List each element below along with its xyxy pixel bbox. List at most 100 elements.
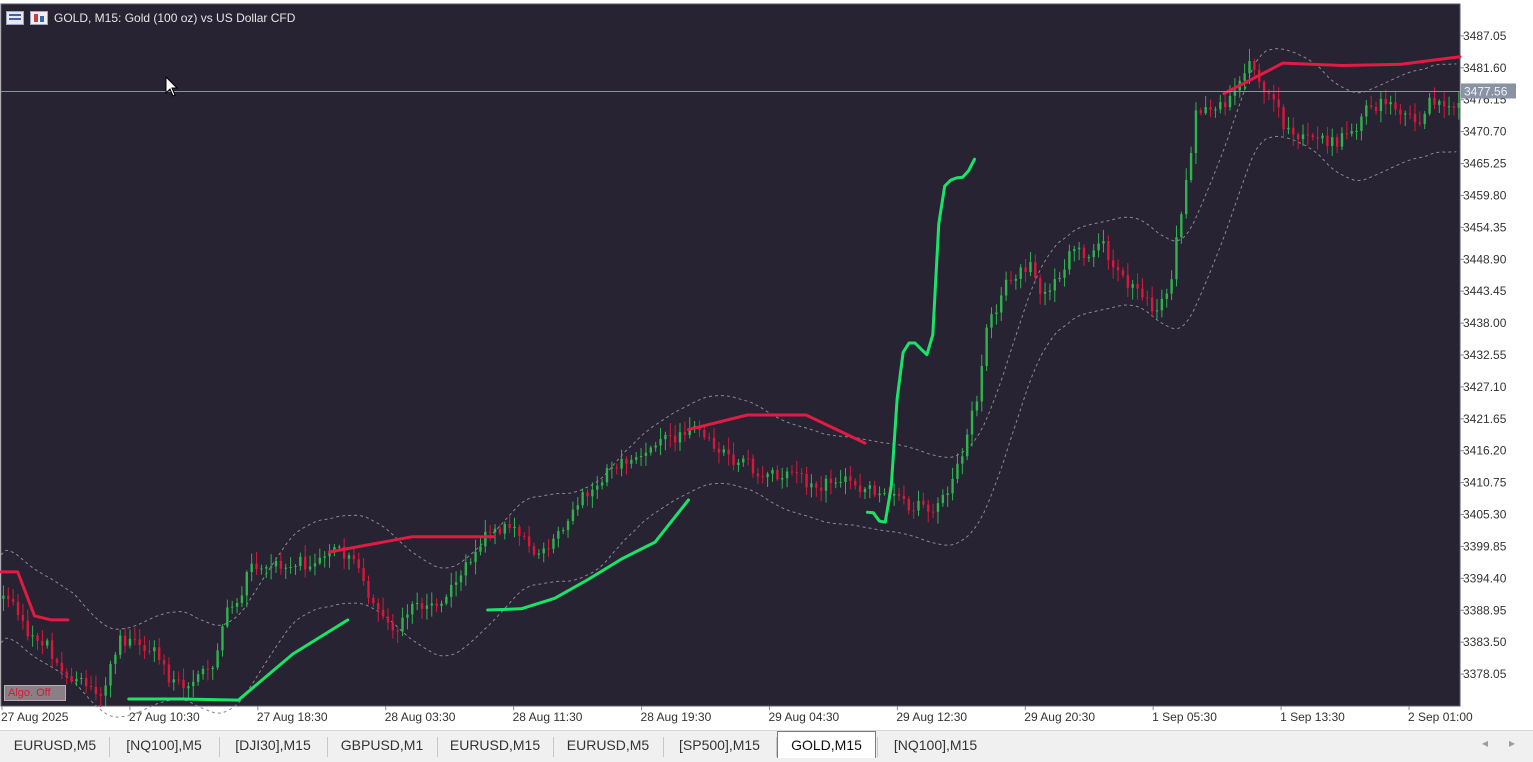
candle-body [683, 432, 687, 436]
candle-body [858, 485, 862, 493]
candle-body [931, 511, 935, 513]
x-tick-label: 27 Aug 10:30 [129, 710, 200, 724]
candle-body [221, 626, 224, 651]
candle-body [75, 679, 78, 682]
y-tick-label: 3394.40 [1463, 571, 1507, 585]
candle-body [673, 435, 677, 443]
candle-body [732, 454, 735, 466]
candle-body [226, 607, 229, 627]
candle-body [1048, 290, 1052, 292]
x-tick-label: 29 Aug 04:30 [768, 710, 839, 724]
candle-body [1146, 297, 1149, 299]
plot-area[interactable] [0, 3, 1461, 707]
candle-body [756, 473, 760, 477]
candle-body [1160, 298, 1164, 311]
candle-body [55, 659, 59, 663]
candle-body [878, 493, 881, 496]
tab-nq100-m15[interactable]: [NQ100],M15 [878, 733, 993, 757]
candle-body [167, 664, 171, 683]
candle-body [625, 458, 628, 464]
candle-body [445, 596, 448, 604]
candle-body [1087, 257, 1091, 259]
candle-body [26, 620, 29, 637]
candle-body [479, 546, 482, 552]
candle-body [907, 499, 910, 511]
candle-body [1384, 98, 1387, 105]
candle-body [459, 575, 463, 583]
candle-body [119, 635, 122, 655]
tab-scroll-right-icon[interactable]: ▸ [1505, 736, 1519, 750]
tab-gold-m15[interactable]: GOLD,M15 [777, 731, 876, 758]
candle-body [31, 635, 34, 637]
x-tick-label: 27 Aug 2025 [1, 710, 69, 724]
chart-list-icon[interactable] [6, 11, 24, 25]
candle-body [469, 562, 472, 564]
tab-nq100-m5[interactable]: [NQ100],M5 [110, 733, 218, 757]
candle-body [1136, 284, 1139, 289]
candle-body [552, 538, 555, 549]
candle-body [308, 566, 312, 570]
candle-body [1185, 180, 1188, 215]
candle-body [182, 679, 185, 689]
candle-body [1428, 97, 1431, 114]
candle-body [815, 483, 818, 488]
candle-body [440, 603, 443, 607]
candle-body [634, 457, 638, 460]
candle-body [941, 494, 945, 504]
candlestick-chart-icon[interactable] [30, 11, 48, 25]
chart-window[interactable]: 3487.05 3481.60 3476.15 3470.70 3465.25 3459.… [0, 0, 1533, 730]
candle-body [70, 676, 73, 682]
candle-body [518, 526, 521, 536]
y-tick-label: 3388.95 [1463, 603, 1507, 617]
candle-body [508, 523, 511, 529]
candle-body [1331, 137, 1334, 146]
tab-eurusd-m5[interactable]: EURUSD,M5 [554, 733, 662, 757]
candle-body [722, 449, 726, 453]
candle-body [1219, 102, 1222, 110]
y-tick-label: 3448.90 [1463, 252, 1507, 266]
candle-body [995, 312, 998, 315]
candle-body [703, 429, 706, 438]
tab-eurusd-m5[interactable]: EURUSD,M5 [2, 733, 108, 757]
candle-body [148, 651, 151, 653]
candle-body [1350, 131, 1353, 134]
candle-body [1360, 116, 1363, 131]
tab-gbpusd-m1[interactable]: GBPUSD,M1 [328, 733, 436, 757]
candle-body [737, 462, 740, 466]
candle-body [956, 463, 959, 480]
candle-body [868, 485, 872, 489]
tab-sp500-m15[interactable]: [SP500],M15 [664, 733, 775, 757]
tab-dji30-m15[interactable]: [DJI30],M15 [220, 733, 326, 757]
tab-scroll-left-icon[interactable]: ◂ [1478, 736, 1492, 750]
candle-body [1306, 134, 1310, 136]
y-tick-label: 3443.45 [1463, 284, 1507, 298]
candle-body [1170, 279, 1173, 294]
candle-body [1175, 237, 1178, 280]
candle-body [1248, 60, 1251, 74]
candle-body [965, 434, 969, 457]
candle-body [742, 458, 745, 463]
candle-body [946, 493, 949, 495]
candle-body [795, 472, 799, 474]
candle-body [1034, 262, 1037, 279]
candle-body [1433, 97, 1436, 105]
candle-body [1340, 133, 1344, 147]
candle-body [1029, 262, 1032, 273]
y-tick-label: 3454.35 [1463, 220, 1507, 234]
candle-body [435, 603, 438, 607]
candle-body [610, 467, 614, 469]
tab-eurusd-m15[interactable]: EURUSD,M15 [438, 733, 552, 757]
candle-body [143, 645, 146, 652]
candle-body [980, 365, 983, 402]
y-tick-label: 3378.05 [1463, 667, 1507, 681]
algo-trading-status-badge[interactable]: Algo. Off [4, 685, 66, 701]
candle-body [1399, 109, 1402, 115]
candle-body [1321, 135, 1324, 139]
x-tick-label: 28 Aug 19:30 [641, 710, 712, 724]
candle-body [411, 604, 414, 615]
price-chart[interactable]: 3487.053481.603476.153470.703465.253459.… [0, 0, 1533, 730]
candle-body [484, 531, 487, 547]
candle-body [1116, 267, 1120, 271]
candle-body [260, 568, 263, 570]
candle-body [1223, 102, 1227, 108]
